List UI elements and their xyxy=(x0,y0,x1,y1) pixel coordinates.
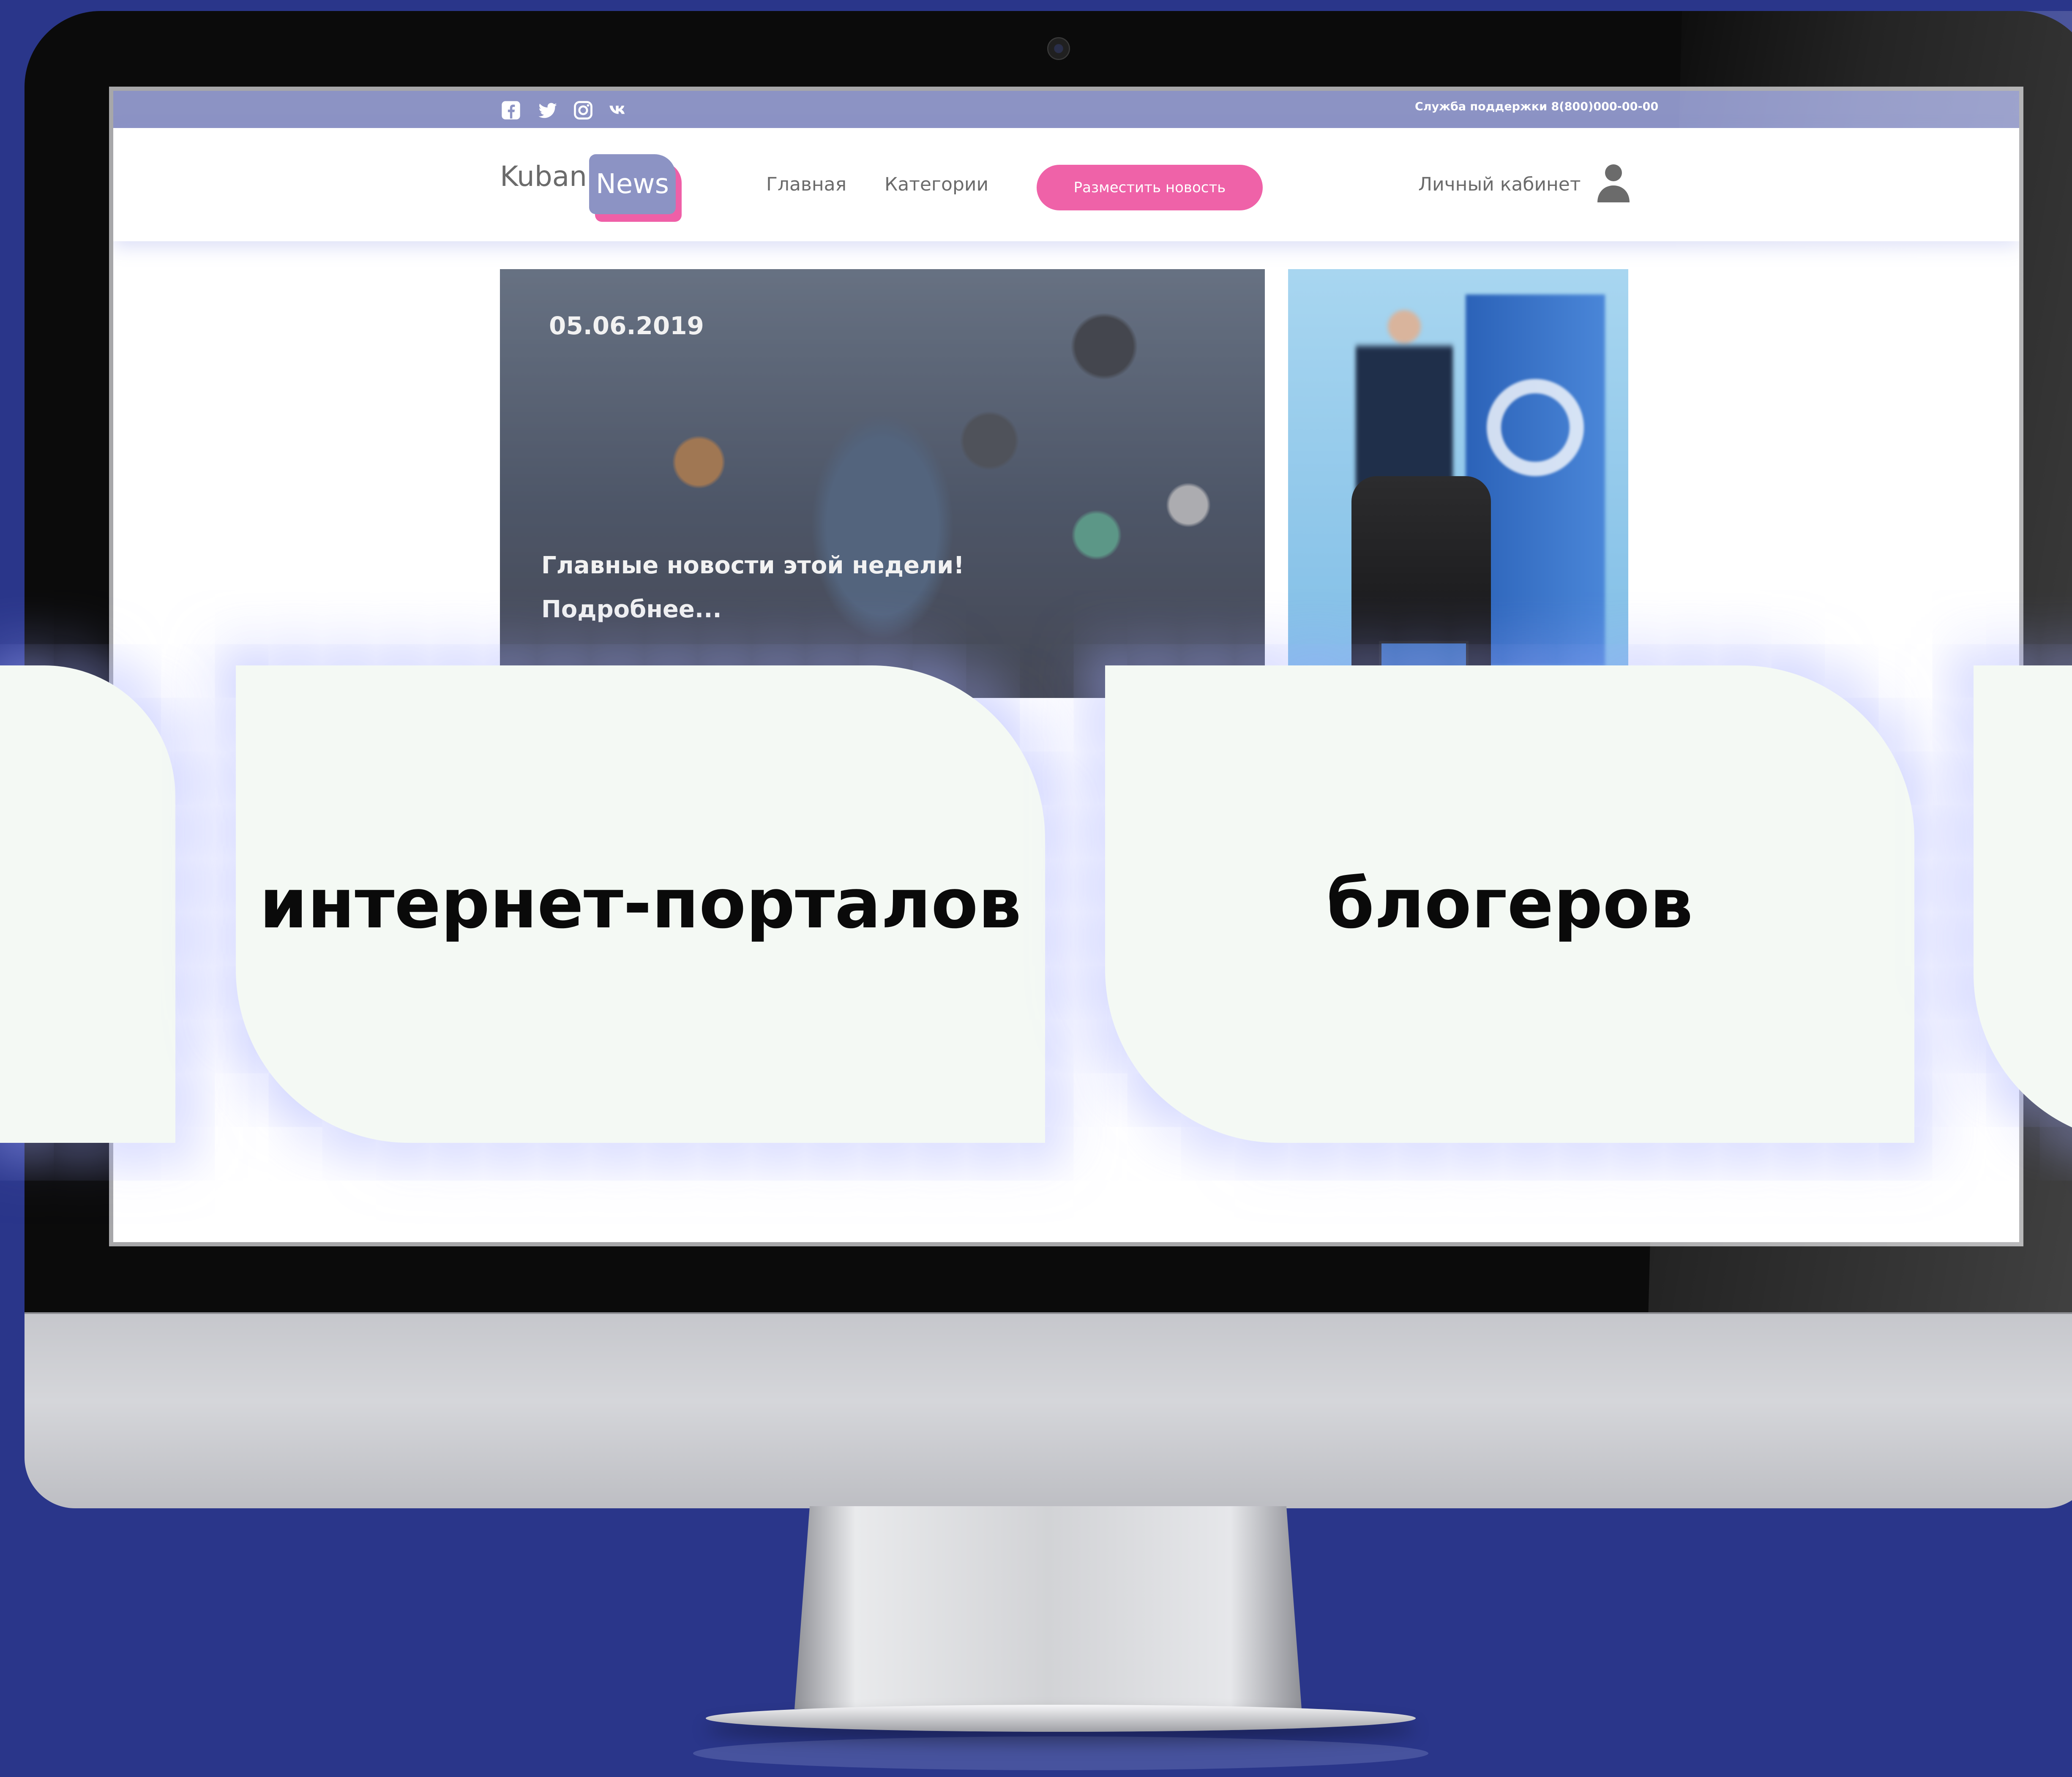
support-phone[interactable]: Служба поддержки 8(800)000-00-00 xyxy=(1415,100,1658,113)
facebook-icon[interactable] xyxy=(500,99,522,121)
hero-news-card[interactable]: 05.06.2019 Главные новости этой недели! … xyxy=(500,269,1265,698)
monitor-stand xyxy=(794,1506,1302,1709)
instagram-icon[interactable] xyxy=(572,99,594,121)
logo-text-kuban[interactable]: Kuban xyxy=(500,160,587,193)
monitor-chin xyxy=(25,1314,2072,1508)
camera-icon xyxy=(1047,37,1070,60)
card-internet-portals: интернет-порталов xyxy=(236,665,1045,1143)
hero-headline: Главные новости этой недели! xyxy=(541,552,964,579)
hero-more-link[interactable]: Подробнее... xyxy=(541,588,1048,632)
monitor-base xyxy=(706,1705,1416,1732)
logo-text-news[interactable]: News xyxy=(589,154,676,214)
user-icon[interactable] xyxy=(1597,164,1630,202)
nav-categories[interactable]: Категории xyxy=(884,174,988,195)
stand-reflection xyxy=(693,1736,1428,1770)
emblem-shape xyxy=(1487,379,1584,476)
hero-caption: Главные новости этой недели! Подробнее..… xyxy=(541,544,1048,632)
hero-date: 05.06.2019 xyxy=(549,311,704,340)
nav-home[interactable]: Главная xyxy=(766,174,846,195)
card-bloggers: блогеров xyxy=(1105,665,1914,1143)
post-news-button[interactable]: Разместить новость xyxy=(1037,165,1263,210)
twitter-icon[interactable] xyxy=(537,99,559,121)
account-link[interactable]: Личный кабинет xyxy=(1418,174,1581,195)
vk-icon[interactable] xyxy=(608,99,630,121)
card-partial-left xyxy=(0,665,175,1143)
side-news-image[interactable] xyxy=(1288,269,1628,698)
